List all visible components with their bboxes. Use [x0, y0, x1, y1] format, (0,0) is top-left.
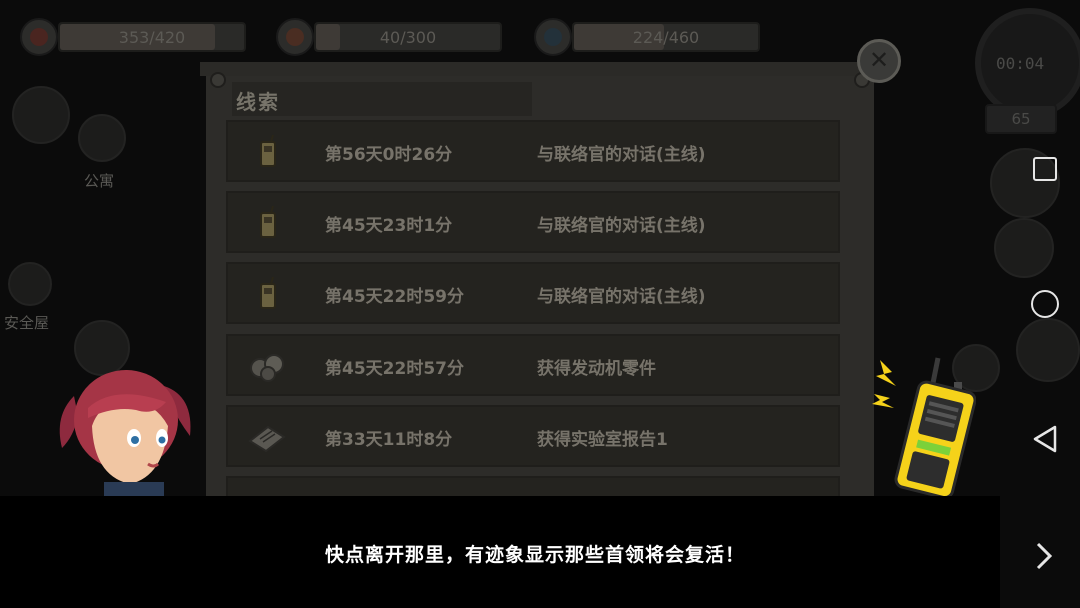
clue-time: 第45天22时59分	[325, 287, 464, 307]
game-timer: 00:04	[996, 54, 1045, 73]
circle-home-icon[interactable]	[1031, 290, 1059, 318]
triangle-back-icon[interactable]	[1031, 424, 1059, 454]
health-value: 353/420	[118, 28, 186, 47]
clue-description: 获得发动机零件	[537, 359, 656, 379]
safehouse-map-icon	[8, 262, 52, 306]
clue-row[interactable]: 第56天0时26分 与联络官的对话(主线)	[226, 120, 840, 182]
clue-time: 第33天11时8分	[325, 430, 453, 450]
stomach-icon	[276, 18, 314, 56]
water-value: 224/460	[632, 28, 700, 47]
clue-row[interactable]: 第33天11时8分 获得实验室报告1	[226, 405, 840, 467]
clue-time: 第45天23时1分	[325, 216, 453, 236]
safehouse-label: 安全屋	[4, 314, 50, 332]
water-bar: 224/460	[572, 22, 760, 52]
clue-description: 获得实验室报告1	[537, 430, 668, 450]
radio-map-icon	[12, 86, 70, 144]
hunger-value: 40/300	[379, 28, 437, 47]
square-recents-icon[interactable]	[1033, 157, 1057, 181]
clue-description: 与联络官的对话(主线)	[537, 216, 706, 236]
clue-row-partial[interactable]	[226, 476, 840, 498]
chevron-right-icon[interactable]	[1032, 540, 1058, 572]
gear-icon	[994, 218, 1054, 278]
walkie-talkie-icon	[260, 205, 276, 238]
clue-description: 与联络官的对话(主线)	[537, 287, 706, 307]
close-icon: ✕	[868, 46, 890, 74]
dialog-text: 快点离开那里，有迹象显示那些首领将会复活！	[324, 544, 745, 566]
panel-rivet-left	[210, 72, 226, 88]
clue-row[interactable]: 第45天22时57分 获得发动机零件	[226, 334, 840, 396]
walkie-talkie-icon	[260, 134, 276, 167]
clue-time: 第56天0时26分	[325, 145, 453, 165]
health-icon	[20, 18, 58, 56]
health-bar: 353/420	[58, 22, 246, 52]
lab-report-icon	[248, 425, 286, 453]
apartment-label: 公寓	[84, 172, 115, 190]
engine-parts-icon	[250, 354, 284, 382]
hunger-bar: 40/300	[314, 22, 502, 52]
clue-description: 与联络官的对话(主线)	[537, 145, 706, 165]
apartment-map-icon	[78, 114, 126, 162]
walkie-talkie-icon	[260, 276, 276, 309]
day-counter: 65	[985, 104, 1057, 134]
close-button[interactable]: ✕	[857, 39, 901, 83]
clue-row[interactable]: 第45天22时59分 与联络官的对话(主线)	[226, 262, 840, 324]
chat-icon	[1016, 318, 1080, 382]
clue-row[interactable]: 第45天23时1分 与联络官的对话(主线)	[226, 191, 840, 253]
walkie-talkie-speaker-icon	[872, 357, 976, 498]
panel-title: 线索	[236, 90, 280, 114]
girl-character-portrait	[59, 370, 191, 496]
clue-time: 第45天22时57分	[325, 359, 464, 379]
water-icon	[534, 18, 572, 56]
